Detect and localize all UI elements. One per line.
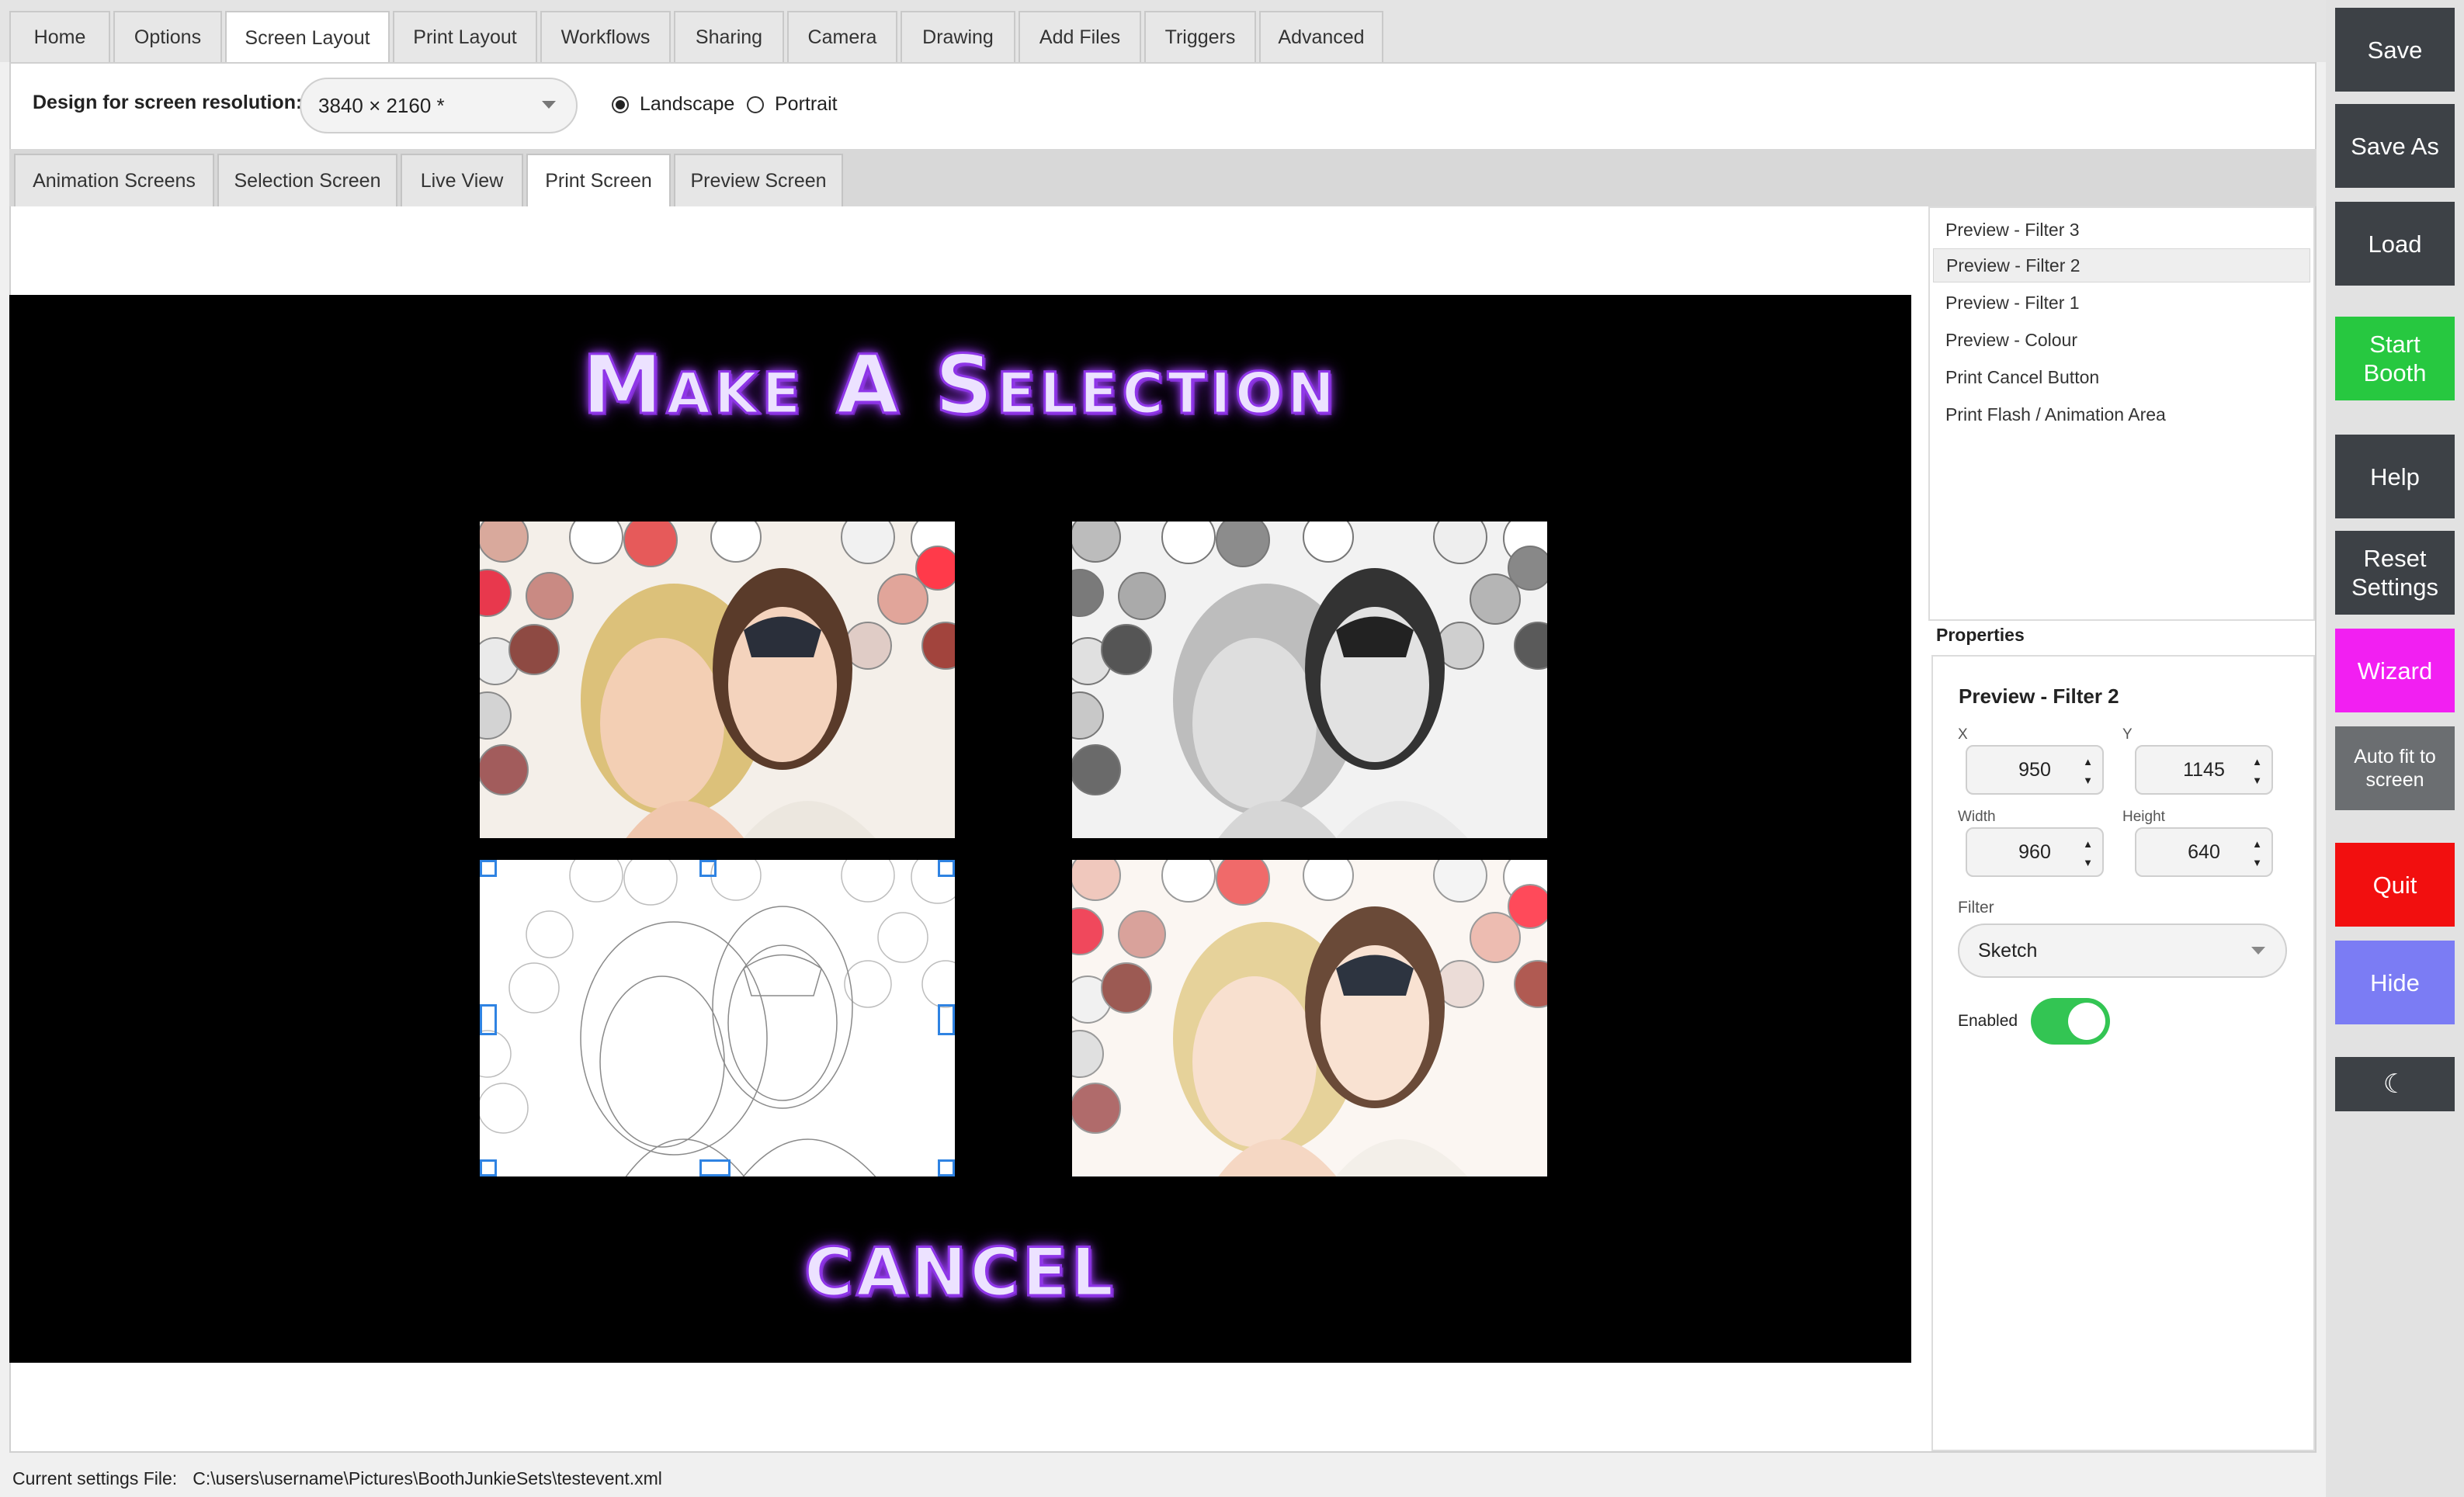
subtab-animation-screens[interactable]: Animation Screens bbox=[14, 154, 214, 206]
x-value: 950 bbox=[2018, 758, 2051, 781]
landscape-label: Landscape bbox=[640, 93, 735, 115]
hide-button[interactable]: Hide bbox=[2335, 941, 2455, 1024]
x-stepper[interactable]: 950 ▲ ▼ bbox=[1966, 745, 2104, 795]
property-title: Preview - Filter 2 bbox=[1959, 684, 2119, 708]
resize-handle-right[interactable] bbox=[938, 1004, 955, 1035]
list-item[interactable]: Preview - Filter 3 bbox=[1933, 213, 2310, 247]
resize-handle-top-left[interactable] bbox=[480, 860, 497, 877]
main-tab-strip: Home Options Screen Layout Print Layout … bbox=[0, 0, 2326, 64]
portrait-radio[interactable]: Portrait bbox=[747, 93, 838, 116]
element-list: Preview - Filter 3 Preview - Filter 2 Pr… bbox=[1928, 206, 2315, 621]
subtab-selection-screen[interactable]: Selection Screen bbox=[217, 154, 397, 206]
subtab-preview-screen[interactable]: Preview Screen bbox=[674, 154, 843, 206]
height-label: Height bbox=[2122, 809, 2165, 825]
status-label: Current settings File: bbox=[12, 1468, 178, 1488]
list-item[interactable]: Print Cancel Button bbox=[1933, 360, 2310, 394]
tab-advanced[interactable]: Advanced bbox=[1259, 11, 1383, 62]
preview-colour[interactable] bbox=[1072, 860, 1547, 1176]
cancel-button-text[interactable]: CANCEL bbox=[9, 1233, 1911, 1313]
subtab-live-view[interactable]: Live View bbox=[401, 154, 523, 206]
filter-value: Sketch bbox=[1978, 939, 2038, 962]
resize-handle-left[interactable] bbox=[480, 1004, 497, 1035]
y-label: Y bbox=[2122, 726, 2133, 743]
quit-button[interactable]: Quit bbox=[2335, 843, 2455, 927]
preview-filter-1[interactable] bbox=[1072, 522, 1547, 838]
filter-label: Filter bbox=[1958, 899, 1994, 917]
preview-filter-2[interactable] bbox=[480, 860, 955, 1176]
chevron-down-icon bbox=[542, 101, 556, 109]
auto-fit-button[interactable]: Auto fit to screen bbox=[2335, 726, 2455, 810]
height-value: 640 bbox=[2188, 840, 2220, 863]
x-label: X bbox=[1958, 726, 1968, 743]
resolution-label: Design for screen resolution: bbox=[33, 92, 303, 113]
enabled-label: Enabled bbox=[1958, 1012, 2018, 1030]
tab-triggers[interactable]: Triggers bbox=[1144, 11, 1256, 62]
stepper-arrows-icon[interactable]: ▲ ▼ bbox=[2252, 753, 2262, 790]
tab-sharing[interactable]: Sharing bbox=[674, 11, 784, 62]
stepper-arrows-icon[interactable]: ▲ ▼ bbox=[2083, 835, 2093, 872]
list-item[interactable]: Print Flash / Animation Area bbox=[1933, 397, 2310, 431]
load-button[interactable]: Load bbox=[2335, 202, 2455, 286]
resize-handle-top[interactable] bbox=[699, 860, 717, 877]
tab-workflows[interactable]: Workflows bbox=[540, 11, 671, 62]
portrait-label: Portrait bbox=[775, 93, 838, 115]
tab-camera[interactable]: Camera bbox=[787, 11, 897, 62]
chevron-down-icon bbox=[2251, 947, 2265, 955]
headline-text[interactable]: Make A Selection bbox=[9, 337, 1911, 434]
enabled-toggle[interactable] bbox=[2031, 998, 2110, 1045]
design-canvas[interactable]: Make A Selection CANCEL bbox=[9, 295, 1911, 1363]
start-booth-button[interactable]: Start Booth bbox=[2335, 317, 2455, 400]
filter-select[interactable]: Sketch bbox=[1958, 923, 2287, 978]
width-label: Width bbox=[1958, 809, 1996, 825]
radio-checked-icon bbox=[612, 95, 629, 113]
landscape-radio[interactable]: Landscape bbox=[612, 93, 734, 116]
stepper-arrows-icon[interactable]: ▲ ▼ bbox=[2252, 835, 2262, 872]
y-stepper[interactable]: 1145 ▲ ▼ bbox=[2135, 745, 2273, 795]
save-as-button[interactable]: Save As bbox=[2335, 104, 2455, 188]
stepper-arrows-icon[interactable]: ▲ ▼ bbox=[2083, 753, 2093, 790]
toggle-knob bbox=[2068, 1003, 2105, 1040]
list-item-selected[interactable]: Preview - Filter 2 bbox=[1933, 248, 2310, 282]
resolution-value: 3840 × 2160 * bbox=[318, 93, 445, 117]
list-item[interactable]: Preview - Colour bbox=[1933, 323, 2310, 357]
wizard-button[interactable]: Wizard bbox=[2335, 629, 2455, 712]
width-value: 960 bbox=[2018, 840, 2051, 863]
resolution-select[interactable]: 3840 × 2160 * bbox=[300, 78, 578, 133]
tab-drawing[interactable]: Drawing bbox=[901, 11, 1015, 62]
tab-print-layout[interactable]: Print Layout bbox=[393, 11, 537, 62]
settings-file-path: C:\users\username\Pictures\BoothJunkieSe… bbox=[193, 1468, 662, 1488]
y-value: 1145 bbox=[2183, 758, 2225, 781]
width-stepper[interactable]: 960 ▲ ▼ bbox=[1966, 827, 2104, 877]
resize-handle-bottom-left[interactable] bbox=[480, 1159, 497, 1176]
resize-handle-bottom[interactable] bbox=[699, 1159, 731, 1176]
subtab-print-screen[interactable]: Print Screen bbox=[526, 154, 671, 206]
resize-handle-bottom-right[interactable] bbox=[938, 1159, 955, 1176]
radio-unchecked-icon bbox=[747, 95, 764, 113]
tab-options[interactable]: Options bbox=[113, 11, 222, 62]
help-button[interactable]: Help bbox=[2335, 435, 2455, 518]
tab-home[interactable]: Home bbox=[9, 11, 110, 62]
properties-heading: Properties bbox=[1936, 625, 2025, 645]
resize-handle-top-right[interactable] bbox=[938, 860, 955, 877]
height-stepper[interactable]: 640 ▲ ▼ bbox=[2135, 827, 2273, 877]
moon-icon[interactable]: ☾ bbox=[2335, 1057, 2455, 1111]
list-item[interactable]: Preview - Filter 1 bbox=[1933, 286, 2310, 320]
tab-screen-layout[interactable]: Screen Layout bbox=[225, 11, 390, 64]
save-button[interactable]: Save bbox=[2335, 8, 2455, 92]
status-bar: Current settings File: C:\users\username… bbox=[0, 1461, 2464, 1497]
tab-add-files[interactable]: Add Files bbox=[1019, 11, 1141, 62]
preview-filter-3[interactable] bbox=[480, 522, 955, 838]
reset-settings-button[interactable]: Reset Settings bbox=[2335, 531, 2455, 615]
